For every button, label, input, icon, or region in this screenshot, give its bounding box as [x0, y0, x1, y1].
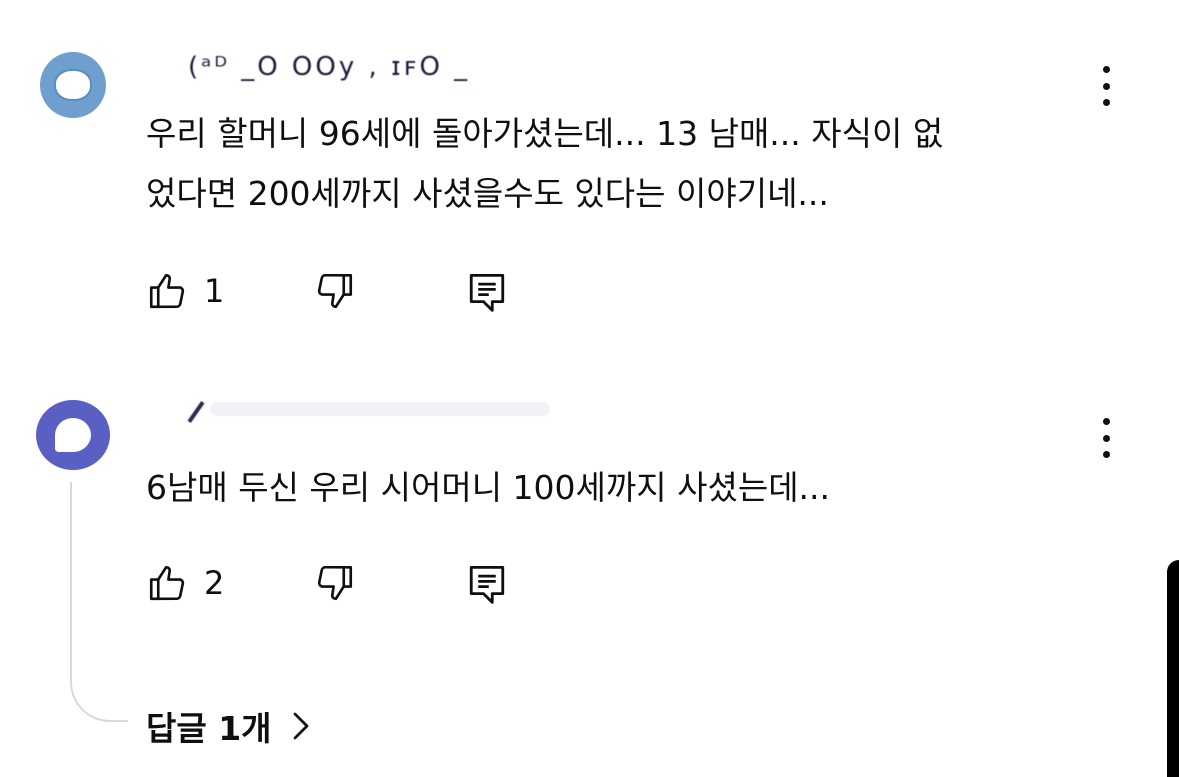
- avatar-inner: [54, 69, 92, 101]
- comment-text: 6남매 두신 우리 시어머니 100세까지 사셨는데...: [146, 458, 830, 518]
- like-button[interactable]: 1: [146, 270, 224, 312]
- avatar-inner: [55, 418, 91, 452]
- dislike-button[interactable]: [314, 270, 356, 312]
- comment-text-line: 었다면 200세까지 사셨을수도 있다는 이야기네...: [146, 174, 829, 213]
- like-count: 2: [204, 564, 225, 602]
- avatar[interactable]: [36, 400, 110, 470]
- thumbs-up-icon: [149, 565, 185, 601]
- replies-label: 답글 1개: [146, 709, 272, 748]
- comment-text: 우리 할머니 96세에 돌아가셨는데... 13 남매... 자식이 없 었다면…: [146, 104, 943, 224]
- reply-thread-line: [70, 482, 128, 722]
- comments-page: (ᵃᴰ _O OOy , ɪꜰO _ 우리 할머니 96세에 돌아가셨는데...…: [0, 0, 1179, 777]
- username-stroke: [187, 401, 205, 423]
- avatar[interactable]: [40, 52, 106, 118]
- reply-button[interactable]: [466, 562, 508, 606]
- reply-button[interactable]: [466, 270, 508, 314]
- like-count: 1: [204, 272, 225, 310]
- comment-username[interactable]: [187, 390, 550, 426]
- thumbs-down-icon: [317, 273, 353, 309]
- screen-edge: [1167, 560, 1179, 777]
- reply-icon: [469, 565, 505, 604]
- dislike-button[interactable]: [314, 562, 356, 604]
- comment-text-line: 우리 할머니 96세에 돌아가셨는데... 13 남매... 자식이 없: [146, 114, 944, 153]
- username-blur: [210, 402, 550, 416]
- reply-icon: [469, 273, 505, 312]
- thumbs-up-icon: [149, 273, 185, 309]
- comment-text-line: 6남매 두신 우리 시어머니 100세까지 사셨는데...: [146, 468, 831, 507]
- chevron-right-icon: [293, 712, 308, 740]
- comment-username[interactable]: (ᵃᴰ _O OOy , ɪꜰO _: [188, 52, 470, 82]
- like-button[interactable]: 2: [146, 562, 224, 604]
- more-vertical-icon[interactable]: [1094, 418, 1118, 458]
- thumbs-down-icon: [317, 565, 353, 601]
- view-replies-button[interactable]: 답글 1개: [146, 702, 310, 750]
- more-vertical-icon[interactable]: [1094, 66, 1118, 106]
